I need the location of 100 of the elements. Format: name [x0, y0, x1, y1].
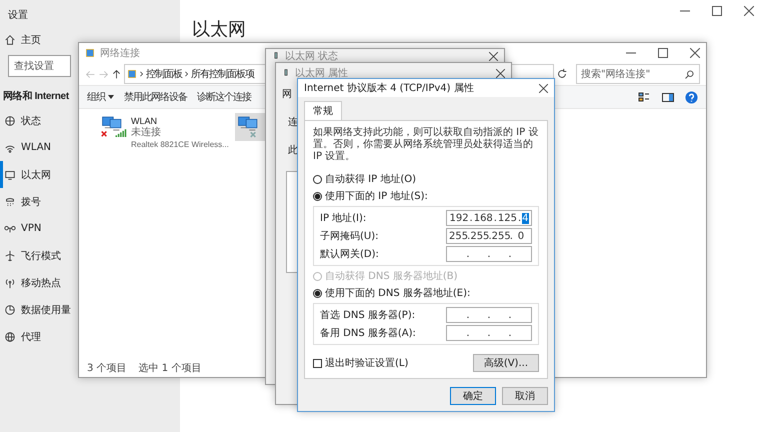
tab[interactable]: 网	[282, 87, 292, 101]
ok-button[interactable]: 确定	[450, 387, 496, 405]
checkbox[interactable]	[313, 358, 322, 368]
sidebar-item[interactable]: 数据使用量	[0, 296, 73, 323]
field-label: 连	[288, 116, 298, 129]
octet-separator: .	[508, 328, 512, 338]
octet-separator: .	[487, 328, 491, 338]
up-arrow-icon	[111, 68, 122, 80]
close-icon[interactable]	[539, 84, 548, 92]
octet-separator: .	[508, 248, 512, 260]
sidebar-item[interactable]: 移动热点	[0, 269, 63, 296]
radio-label: 自动获得 IP 地址(O)	[325, 172, 416, 186]
back-arrow-icon	[85, 68, 96, 80]
octet-separator: .	[467, 230, 470, 242]
forward-arrow-icon	[98, 68, 109, 80]
advanced-button[interactable]: 高级(V)...	[472, 354, 539, 372]
radio-label: 自动获得 DNS 服务器地址(B)	[325, 270, 458, 283]
ip-address-field[interactable]: . . .	[446, 307, 532, 323]
ip-address-field[interactable]: . . .	[446, 246, 532, 262]
ip-octet: 168	[474, 212, 493, 224]
ip-octet: 255	[470, 230, 488, 242]
chevron-icon	[139, 70, 144, 78]
close-icon[interactable]	[496, 68, 505, 78]
field-label: 首选 DNS 服务器(P):	[320, 308, 416, 322]
ip-address-field[interactable]: . . .	[446, 325, 532, 341]
octet-separator: .	[470, 212, 473, 224]
window-title: Internet 协议版本 4 (TCP/IPv4) 属性	[304, 82, 474, 95]
help-icon[interactable]	[685, 90, 698, 104]
octet-separator: .	[510, 230, 513, 242]
network-adapter-item[interactable]: WLAN 未连接 Realtek 8821CE Wireless...	[99, 113, 231, 153]
globe-icon	[4, 330, 16, 342]
octet-separator: .	[466, 310, 470, 320]
chevron-icon	[184, 70, 189, 78]
network-computers-icon	[101, 115, 127, 139]
ip-address-field[interactable]: 192.168.125.4	[446, 210, 532, 226]
maximize-icon[interactable]	[658, 48, 668, 58]
ip-octet: 125	[498, 212, 518, 224]
toolbar-button[interactable]: 组织	[87, 90, 114, 104]
view-options-icon	[637, 90, 651, 104]
close-icon[interactable]	[690, 48, 700, 58]
radio-button[interactable]	[313, 192, 322, 200]
breadcrumb-item[interactable]: 所有控制面板项	[191, 67, 254, 81]
sidebar-item[interactable]: 状态	[0, 107, 43, 134]
octet-separator: .	[466, 328, 470, 338]
search-icon	[684, 68, 695, 80]
hotspot-icon	[4, 276, 16, 288]
description-text: 如果网络支持此功能，则可以获取自动指派的 IP 设置。否则，你需要从网络系统管理员处获得适当的 IP 设置。	[313, 127, 539, 163]
window-title: 设置	[8, 8, 28, 22]
ip-address-field[interactable]: 255.255.255. 0	[446, 228, 532, 244]
close-icon[interactable]	[489, 52, 498, 60]
adapter-device: Realtek 8821CE Wireless...	[131, 139, 229, 151]
sidebar-item[interactable]: 以太网	[0, 161, 53, 188]
field-label: 默认网关(D):	[320, 248, 379, 261]
airplane-icon	[4, 250, 16, 262]
network-adapter-item[interactable]	[234, 113, 265, 141]
sidebar-item[interactable]: WLAN	[0, 134, 54, 161]
octet-separator: .	[518, 212, 522, 224]
adapter-name: WLAN	[131, 115, 158, 126]
list-box[interactable]	[286, 171, 298, 273]
field-label: 备用 DNS 服务器(A):	[320, 327, 416, 340]
page-heading: 以太网	[192, 19, 246, 41]
field-label: 子网掩码(U):	[320, 230, 378, 243]
search-field[interactable]: 查找设置	[8, 55, 71, 77]
caret-icon	[108, 95, 114, 99]
sidebar-item[interactable]: 主页	[0, 26, 43, 53]
radio-label: 使用下面的 IP 地址(S):	[325, 190, 428, 203]
sidebar-item[interactable]: 拨号	[0, 188, 43, 215]
window-title: 以太网 属性	[295, 66, 348, 80]
sidebar-item[interactable]: VPN	[0, 215, 44, 242]
window-title: 以太网 状态	[285, 50, 338, 63]
phone-icon	[4, 196, 16, 208]
close-icon[interactable]	[744, 6, 754, 16]
maximize-icon[interactable]	[712, 6, 722, 16]
cancel-button[interactable]: 取消	[502, 387, 548, 405]
network-folder-icon	[85, 48, 95, 58]
octet-separator: .	[494, 212, 497, 224]
ip-octet: 0	[516, 230, 526, 242]
checkbox-label: 退出时验证设置(L)	[325, 356, 408, 370]
search-field[interactable]: 搜索"网络连接"	[576, 64, 700, 84]
house-icon	[4, 34, 16, 46]
octet-separator: .	[487, 310, 491, 320]
ip-octet: 255	[492, 230, 510, 242]
window-title: 网络连接	[100, 46, 140, 60]
radio-button[interactable]	[313, 174, 322, 184]
ip-octet: 4	[522, 212, 529, 224]
breadcrumb-item[interactable]: 控制面板	[146, 67, 182, 81]
octet-separator: .	[488, 230, 492, 242]
octet-separator: .	[508, 310, 512, 320]
globe-icon	[4, 114, 16, 126]
toolbar-button[interactable]: 诊断这个连接	[197, 90, 251, 104]
preview-pane-icon	[661, 90, 675, 104]
sidebar-item[interactable]: 飞行模式	[0, 242, 63, 269]
toolbar-button[interactable]: 禁用此网络设备	[124, 90, 187, 104]
status-text: 3 个项目	[87, 362, 127, 375]
radio-button[interactable]	[313, 288, 322, 298]
sidebar-item[interactable]: 代理	[0, 323, 43, 350]
ip-octet: 255	[449, 230, 468, 242]
network-folder-icon	[127, 69, 137, 79]
radio-label: 使用下面的 DNS 服务器地址(E):	[325, 286, 470, 300]
tab[interactable]: 常规	[304, 101, 342, 120]
